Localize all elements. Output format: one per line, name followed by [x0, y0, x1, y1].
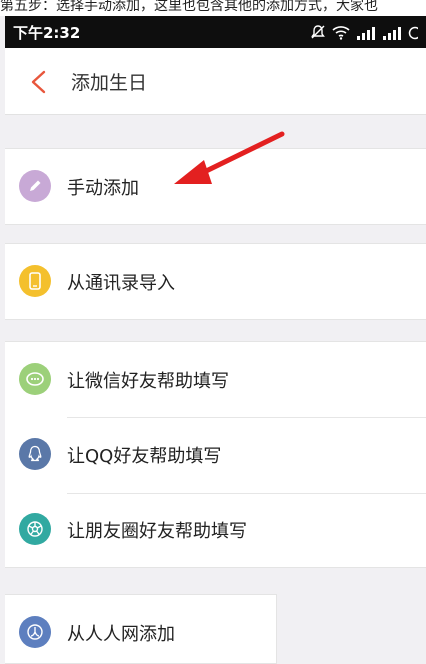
renren-icon	[19, 616, 51, 648]
option-manual-add[interactable]: 手动添加	[5, 149, 426, 224]
option-label: 让微信好友帮助填写	[67, 371, 229, 392]
signal-icon	[356, 25, 376, 44]
option-import-contacts[interactable]: 从通讯录导入	[5, 244, 426, 319]
option-moments[interactable]: 让朋友圈好友帮助填写	[5, 492, 426, 567]
wifi-icon	[332, 24, 350, 44]
phone-icon	[19, 265, 51, 297]
option-label: 手动添加	[67, 178, 139, 199]
status-bar: 下午2:32	[5, 16, 426, 48]
chevron-left-icon	[31, 70, 46, 94]
title-bar: 添加生日	[5, 48, 426, 115]
status-time: 下午2:32	[13, 24, 81, 42]
contacts-card: 从通讯录导入	[5, 243, 426, 320]
option-qq[interactable]: 让QQ好友帮助填写	[5, 417, 426, 492]
qq-icon	[19, 438, 51, 470]
pencil-icon	[19, 170, 51, 202]
wechat-icon	[19, 363, 51, 395]
back-button[interactable]	[29, 70, 49, 94]
page-title: 添加生日	[71, 72, 148, 94]
signal-icon	[382, 25, 402, 44]
tutorial-caption: 第五步：选择手动添加，这里也包含其他的添加方式，大家也	[0, 0, 426, 16]
manual-add-card: 手动添加	[5, 148, 426, 225]
renren-card: 从人人网添加	[5, 594, 277, 664]
option-label: 从通讯录导入	[67, 273, 175, 294]
option-renren[interactable]: 从人人网添加	[5, 595, 276, 663]
option-label: 从人人网添加	[67, 624, 175, 645]
mute-icon	[310, 24, 326, 44]
option-label: 让朋友圈好友帮助填写	[67, 521, 247, 542]
social-card: 让微信好友帮助填写 让QQ好友帮助填写 让朋友圈好友帮助填写	[5, 341, 426, 568]
option-wechat[interactable]: 让微信好友帮助填写	[5, 342, 426, 417]
battery-icon	[408, 25, 422, 44]
moments-icon	[19, 513, 51, 545]
option-label: 让QQ好友帮助填写	[67, 446, 222, 467]
